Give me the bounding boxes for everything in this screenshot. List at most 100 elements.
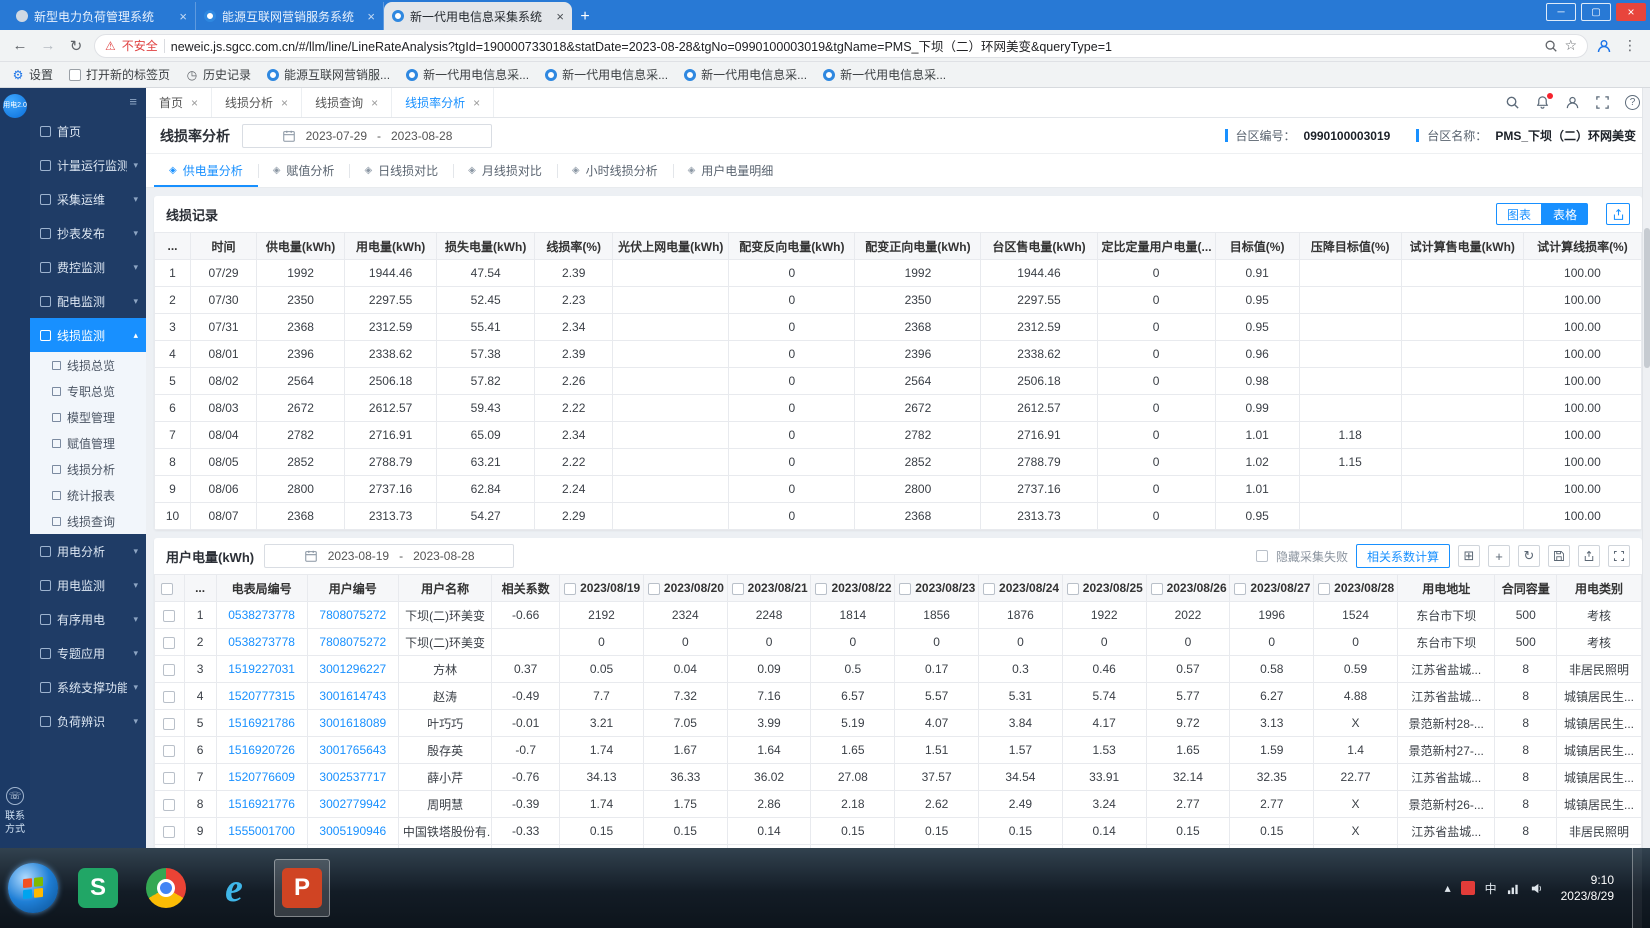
cell-link[interactable]: 3001614743	[307, 683, 398, 710]
cell-link[interactable]: 1516921776	[216, 791, 307, 818]
cell-link[interactable]: 1516920726	[216, 737, 307, 764]
tab-close-icon[interactable]: ×	[281, 96, 288, 110]
row-checkbox[interactable]	[163, 772, 175, 784]
bookmark-star-icon[interactable]: ☆	[1564, 37, 1577, 54]
browser-tab[interactable]: 能源互联网营销服务系统×	[196, 2, 384, 30]
volume-icon[interactable]	[1530, 882, 1543, 895]
sidebar-subitem[interactable]: 专职总览	[30, 378, 146, 404]
column-checkbox[interactable]	[1318, 583, 1330, 595]
sidebar-subitem[interactable]: 模型管理	[30, 404, 146, 430]
subtab[interactable]: ◈供电量分析	[154, 154, 258, 187]
sidebar-item[interactable]: 系统支撑功能▾	[30, 670, 146, 704]
close-button[interactable]: ×	[1616, 3, 1646, 21]
sidebar-item[interactable]: 抄表发布▾	[30, 216, 146, 250]
subtab[interactable]: ◈用户电量明细	[673, 154, 789, 187]
profile-icon[interactable]	[1596, 38, 1612, 54]
export-icon[interactable]	[1606, 203, 1630, 225]
taskbar-wps-icon[interactable]: S	[70, 859, 126, 917]
taskbar-clock[interactable]: 9:10 2023/8/29	[1553, 872, 1622, 904]
table-row[interactable]: 1008/0723682313.7354.272.29023682313.730…	[155, 503, 1642, 530]
input-method-indicator[interactable]: 中	[1485, 880, 1497, 897]
help-icon[interactable]: ?	[1625, 95, 1640, 110]
tab-close-icon[interactable]: ×	[473, 96, 480, 110]
table-row[interactable]: 908/0628002737.1662.842.24028002737.1601…	[155, 476, 1642, 503]
security-warning[interactable]: 不安全	[122, 37, 158, 54]
table-row[interactable]: 307/3123682312.5955.412.34023682312.5900…	[155, 314, 1642, 341]
refresh-icon[interactable]: ↻	[1518, 545, 1540, 567]
bookmark-item[interactable]: 新一代用电信息采...	[545, 66, 668, 83]
select-all-checkbox[interactable]	[161, 583, 173, 595]
tray-message-icon[interactable]	[1461, 881, 1475, 895]
search-icon[interactable]	[1505, 95, 1520, 110]
table-row[interactable]: 708/0427822716.9165.092.34027822716.9101…	[155, 422, 1642, 449]
taskbar-chrome-icon[interactable]	[138, 859, 194, 917]
hamburger-icon[interactable]: ≡	[129, 94, 137, 109]
table-row[interactable]: 715207766093002537717薛小芹-0.7634.1336.333…	[155, 764, 1642, 791]
show-desktop-button[interactable]	[1632, 848, 1642, 928]
sidebar-subitem[interactable]: 赋值管理	[30, 430, 146, 456]
tray-expand-icon[interactable]: ▴	[1445, 881, 1451, 895]
column-checkbox[interactable]	[899, 583, 911, 595]
column-checkbox[interactable]	[648, 583, 660, 595]
subtab[interactable]: ◈赋值分析	[258, 154, 350, 187]
cell-link[interactable]: 0538273778	[216, 602, 307, 629]
row-checkbox[interactable]	[163, 664, 175, 676]
bell-icon[interactable]	[1535, 95, 1550, 110]
cell-link[interactable]: 3001296227	[307, 656, 398, 683]
cell-link[interactable]: 7808075272	[307, 629, 398, 656]
row-checkbox[interactable]	[163, 826, 175, 838]
sidebar-item[interactable]: 配电监测▾	[30, 284, 146, 318]
table-row[interactable]: 1015550017013005190947中国铁塔股份有...-0.170.2…	[155, 845, 1642, 849]
tab-close-icon[interactable]: ×	[556, 9, 564, 24]
hide-failed-checkbox[interactable]	[1256, 550, 1268, 562]
app-tab[interactable]: 首页×	[146, 88, 212, 117]
refresh-icon[interactable]: ↻	[66, 37, 86, 55]
user-icon[interactable]	[1565, 95, 1580, 110]
cell-link[interactable]: 3002537717	[307, 764, 398, 791]
cell-link[interactable]: 1520776609	[216, 764, 307, 791]
grid-settings-icon[interactable]: ⊞	[1458, 545, 1480, 567]
bookmark-item[interactable]: 新一代用电信息采...	[406, 66, 529, 83]
browser-menu-icon[interactable]: ⋮	[1620, 37, 1640, 54]
bookmark-item[interactable]: ◷历史记录	[186, 66, 251, 83]
table-row[interactable]: 515169217863001618089叶巧巧-0.013.217.053.9…	[155, 710, 1642, 737]
url-field[interactable]: ⚠ 不安全 neweic.js.sgcc.com.cn/#/llm/line/L…	[94, 34, 1588, 58]
subtab[interactable]: ◈月线损对比	[453, 154, 557, 187]
table-row[interactable]: 205382737787808075272下坝(二)环美变0000000000东…	[155, 629, 1642, 656]
column-checkbox[interactable]	[1234, 583, 1246, 595]
table-view-button[interactable]: 表格	[1542, 203, 1588, 225]
column-checkbox[interactable]	[1151, 583, 1163, 595]
app-tab[interactable]: 线损分析×	[212, 88, 302, 117]
cell-link[interactable]: 3001618089	[307, 710, 398, 737]
column-checkbox[interactable]	[815, 583, 827, 595]
table-row[interactable]: 508/0225642506.1857.822.26025642506.1800…	[155, 368, 1642, 395]
fullscreen-icon[interactable]	[1608, 545, 1630, 567]
sidebar-item[interactable]: 采集运维▾	[30, 182, 146, 216]
bookmark-item[interactable]: ⚙设置	[12, 66, 53, 83]
row-checkbox[interactable]	[163, 610, 175, 622]
column-checkbox[interactable]	[1067, 583, 1079, 595]
cell-link[interactable]: 7808075272	[307, 602, 398, 629]
add-icon[interactable]: +	[1488, 545, 1510, 567]
forward-icon[interactable]: →	[38, 37, 58, 54]
column-checkbox[interactable]	[732, 583, 744, 595]
tab-close-icon[interactable]: ×	[191, 96, 198, 110]
cell-link[interactable]: 1555001700	[216, 818, 307, 845]
back-icon[interactable]: ←	[10, 37, 30, 54]
cell-link[interactable]: 1516921786	[216, 710, 307, 737]
browser-tab[interactable]: 新一代用电信息采集系统×	[384, 2, 572, 30]
table-row[interactable]: 107/2919921944.4647.542.39019921944.4600…	[155, 260, 1642, 287]
date-range-picker[interactable]: 2023-07-29 - 2023-08-28	[242, 124, 492, 148]
app-tab[interactable]: 线损率分析×	[392, 88, 494, 117]
export-icon[interactable]	[1578, 545, 1600, 567]
cell-link[interactable]: 1520777315	[216, 683, 307, 710]
row-checkbox[interactable]	[163, 799, 175, 811]
tab-close-icon[interactable]: ×	[179, 9, 187, 24]
sidebar-item[interactable]: 线损监测▴	[30, 318, 146, 352]
fullscreen-icon[interactable]	[1595, 95, 1610, 110]
cell-link[interactable]: 3005190946	[307, 818, 398, 845]
date-range-picker[interactable]: 2023-08-19 - 2023-08-28	[264, 544, 514, 568]
table-row[interactable]: 808/0528522788.7963.212.22028522788.7901…	[155, 449, 1642, 476]
sidebar-item[interactable]: 用电分析▾	[30, 534, 146, 568]
column-checkbox[interactable]	[983, 583, 995, 595]
